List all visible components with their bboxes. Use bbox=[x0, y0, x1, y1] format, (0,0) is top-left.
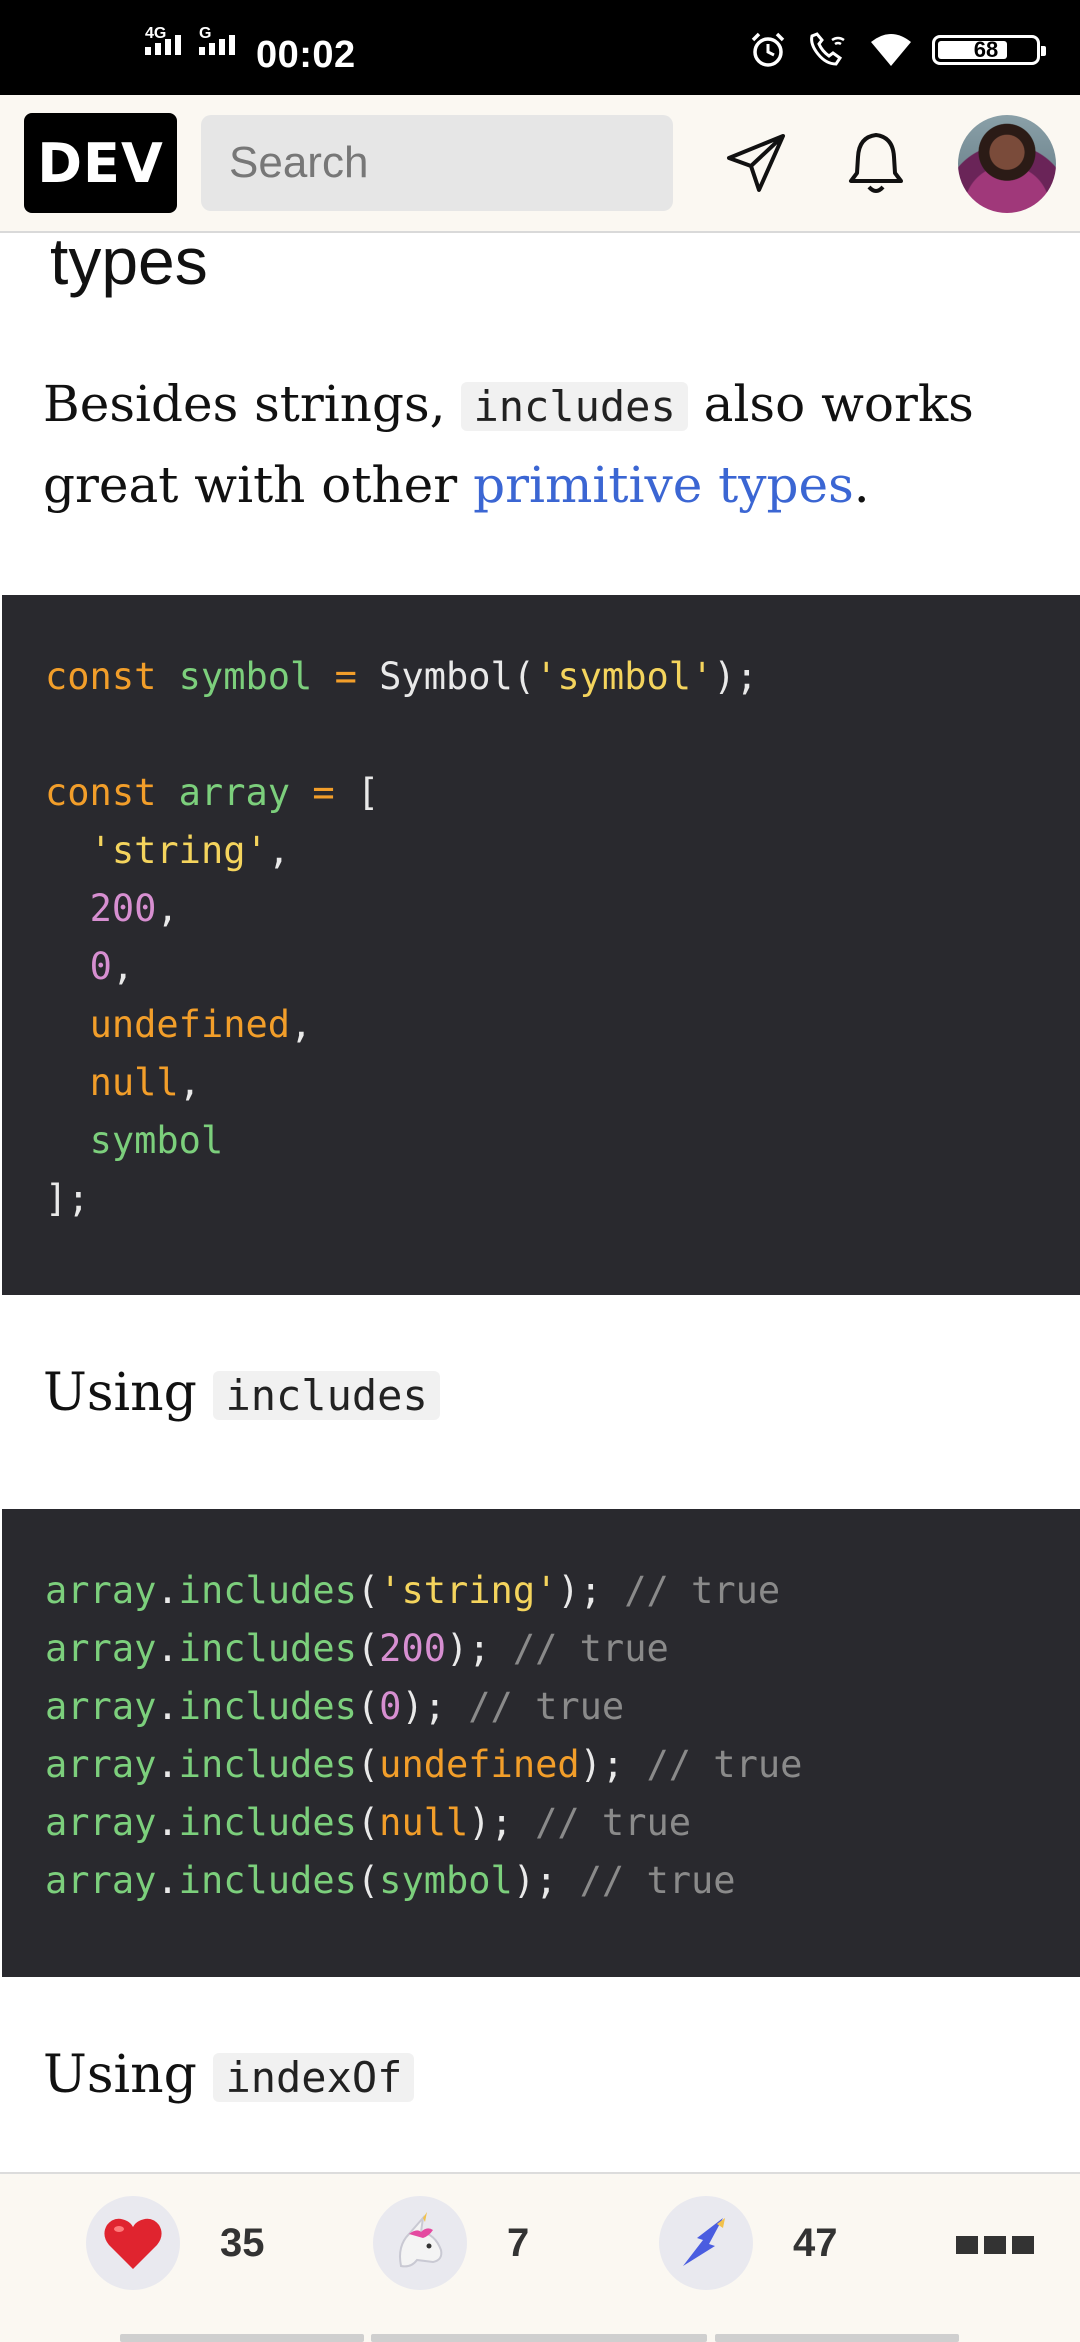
network-type-label: 4G bbox=[145, 25, 167, 42]
signal-4g-icon: 4G bbox=[145, 25, 181, 55]
unicorn-icon bbox=[373, 2196, 467, 2290]
heart-icon bbox=[86, 2196, 180, 2290]
battery-icon: 68 bbox=[932, 35, 1046, 65]
bookmark-icon bbox=[659, 2196, 753, 2290]
paper-plane-icon bbox=[727, 134, 785, 192]
code-line: undefined, bbox=[89, 1003, 313, 1046]
code-line: null, bbox=[89, 1061, 201, 1104]
code-line: ]; bbox=[45, 1177, 90, 1220]
signal-g-icon: G bbox=[199, 25, 235, 55]
unicorn-count: 7 bbox=[507, 2220, 530, 2265]
code-line: 200, bbox=[89, 887, 179, 930]
primitive-types-link[interactable]: primitive types bbox=[473, 456, 854, 514]
more-dots-icon bbox=[1012, 2236, 1034, 2254]
code-line: const symbol = Symbol('symbol'); bbox=[45, 655, 758, 698]
notifications-button[interactable] bbox=[840, 127, 912, 199]
heart-count: 35 bbox=[220, 2220, 265, 2265]
top-app-bar: DEV bbox=[0, 95, 1080, 233]
user-avatar[interactable] bbox=[958, 115, 1056, 213]
wifi-icon bbox=[871, 34, 911, 66]
heart-reaction-button[interactable]: 35 bbox=[86, 2196, 265, 2290]
paragraph-text: . bbox=[853, 456, 870, 514]
code-line: array.includes(symbol); // true bbox=[45, 1859, 736, 1902]
more-dots-icon bbox=[956, 2236, 978, 2254]
paragraph-text: Using bbox=[43, 1363, 214, 1423]
paragraph-text: Using bbox=[43, 2045, 214, 2105]
nav-indicator bbox=[715, 2334, 959, 2342]
network-type-label: G bbox=[199, 25, 212, 42]
bell-icon bbox=[849, 133, 903, 193]
unicorn-reaction-button[interactable]: 7 bbox=[373, 2196, 529, 2290]
code-line: 'string', bbox=[89, 829, 291, 872]
code-block-array: const symbol = Symbol('symbol'); const ar… bbox=[2, 595, 1080, 1295]
more-options-button[interactable] bbox=[956, 2236, 1034, 2254]
reactions-bar: 35 7 47 bbox=[0, 2172, 1080, 2342]
code-line: 0, bbox=[89, 945, 135, 988]
bookmark-count: 47 bbox=[793, 2220, 838, 2265]
nav-indicator bbox=[120, 2334, 364, 2342]
alarm-icon bbox=[751, 32, 785, 67]
connect-button[interactable] bbox=[720, 127, 792, 199]
search-input[interactable] bbox=[201, 115, 673, 211]
inline-code: includes bbox=[213, 1371, 440, 1420]
status-icons: 68 bbox=[748, 30, 1046, 70]
inline-code: indexOf bbox=[213, 2053, 415, 2102]
status-bar: 4G G 00:02 68 bbox=[0, 0, 1080, 95]
clock: 00:02 bbox=[256, 34, 356, 76]
inline-code: includes bbox=[461, 382, 688, 431]
signal-indicators: 4G G bbox=[145, 25, 235, 55]
code-block-includes: array.includes('string'); // true array.i… bbox=[2, 1509, 1080, 1977]
bookmark-reaction-button[interactable]: 47 bbox=[659, 2196, 838, 2290]
code-line: array.includes(0); // true bbox=[45, 1685, 625, 1728]
section-heading: types bbox=[50, 224, 208, 298]
code-line: array.includes('string'); // true bbox=[45, 1569, 781, 1612]
code-line: const array = [ bbox=[45, 771, 380, 814]
using-includes-text: Using includes bbox=[43, 1363, 440, 1423]
paragraph: Besides strings, includes also works gre… bbox=[43, 365, 1043, 524]
paragraph-text: Besides strings, bbox=[43, 375, 462, 433]
code-line: array.includes(undefined); // true bbox=[45, 1743, 803, 1786]
using-indexof-text: Using indexOf bbox=[43, 2045, 415, 2105]
more-dots-icon bbox=[984, 2236, 1006, 2254]
code-line: symbol bbox=[89, 1119, 224, 1162]
dev-logo[interactable]: DEV bbox=[24, 113, 177, 213]
wifi-call-icon bbox=[810, 32, 845, 66]
battery-level: 68 bbox=[973, 37, 999, 62]
code-line: array.includes(200); // true bbox=[45, 1627, 669, 1670]
nav-indicator bbox=[371, 2334, 707, 2342]
code-line: array.includes(null); // true bbox=[45, 1801, 692, 1844]
